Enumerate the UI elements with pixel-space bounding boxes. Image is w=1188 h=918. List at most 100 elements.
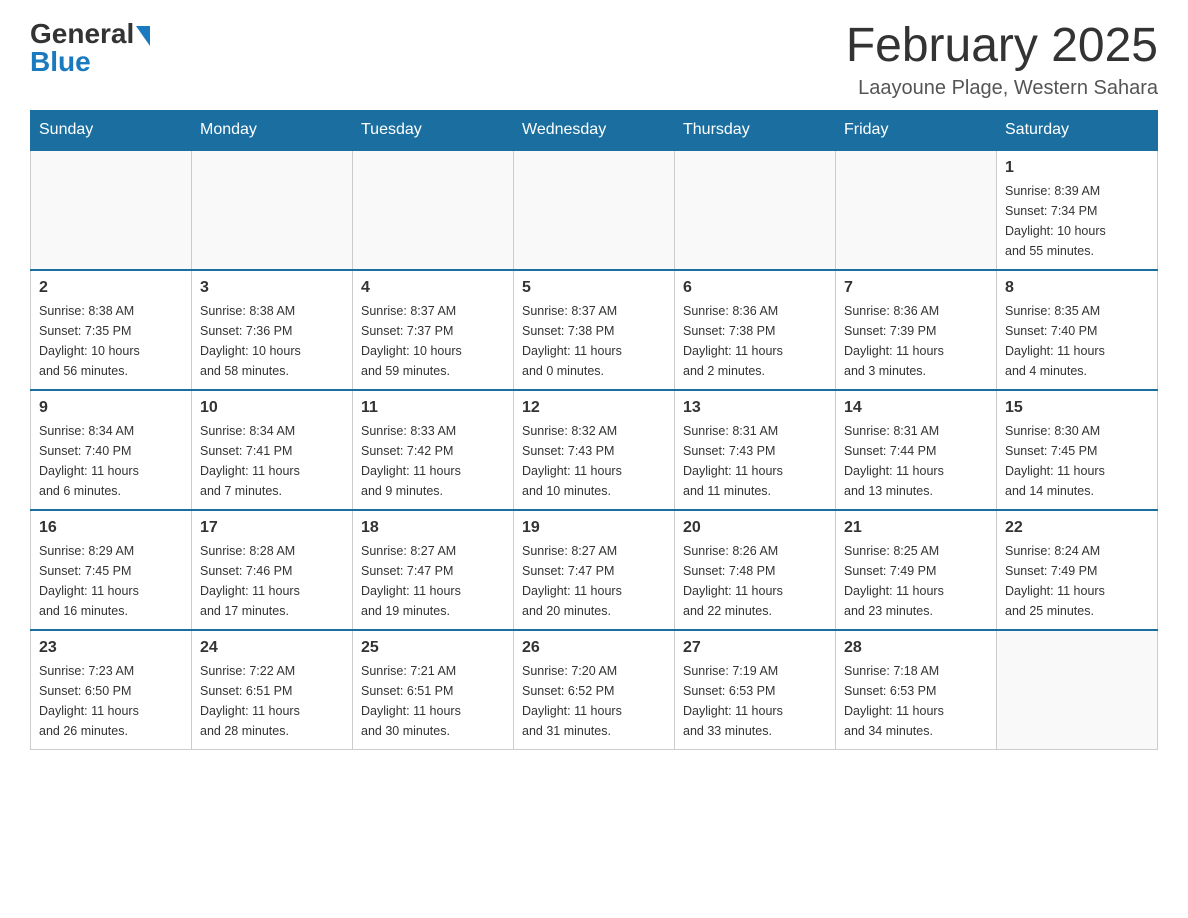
calendar-cell: 10 Sunrise: 8:34 AM Sunset: 7:41 PM Dayli… — [192, 390, 353, 510]
calendar-cell: 16 Sunrise: 8:29 AM Sunset: 7:45 PM Dayli… — [31, 510, 192, 630]
day-info: Sunrise: 7:21 AM Sunset: 6:51 PM Dayligh… — [361, 661, 505, 741]
calendar-header-saturday: Saturday — [997, 110, 1158, 150]
calendar-cell — [514, 150, 675, 270]
calendar-header-wednesday: Wednesday — [514, 110, 675, 150]
day-number: 18 — [361, 519, 505, 537]
day-number: 16 — [39, 519, 183, 537]
day-info: Sunrise: 8:38 AM Sunset: 7:35 PM Dayligh… — [39, 301, 183, 381]
calendar-header-thursday: Thursday — [675, 110, 836, 150]
day-number: 26 — [522, 639, 666, 657]
calendar-header-tuesday: Tuesday — [353, 110, 514, 150]
calendar-header-friday: Friday — [836, 110, 997, 150]
day-number: 25 — [361, 639, 505, 657]
calendar-cell: 22 Sunrise: 8:24 AM Sunset: 7:49 PM Dayli… — [997, 510, 1158, 630]
calendar-week-row: 23Sunrise: 7:23 AM Sunset: 6:50 PM Dayli… — [31, 630, 1158, 750]
day-info: Sunrise: 8:24 AM Sunset: 7:49 PM Dayligh… — [1005, 541, 1149, 621]
calendar-cell — [675, 150, 836, 270]
day-info: Sunrise: 8:29 AM Sunset: 7:45 PM Dayligh… — [39, 541, 183, 621]
calendar-cell: 3 Sunrise: 8:38 AM Sunset: 7:36 PM Daylig… — [192, 270, 353, 390]
day-info: Sunrise: 8:35 AM Sunset: 7:40 PM Dayligh… — [1005, 301, 1149, 381]
day-info: Sunrise: 8:32 AM Sunset: 7:43 PM Dayligh… — [522, 421, 666, 501]
calendar-cell: 12 Sunrise: 8:32 AM Sunset: 7:43 PM Dayli… — [514, 390, 675, 510]
day-number: 23 — [39, 639, 183, 657]
day-number: 28 — [844, 639, 988, 657]
calendar-cell: 26 Sunrise: 7:20 AM Sunset: 6:52 PM Dayli… — [514, 630, 675, 750]
calendar-cell: 24Sunrise: 7:22 AM Sunset: 6:51 PM Dayli… — [192, 630, 353, 750]
day-info: Sunrise: 7:19 AM Sunset: 6:53 PM Dayligh… — [683, 661, 827, 741]
calendar-cell: 4 Sunrise: 8:37 AM Sunset: 7:37 PM Daylig… — [353, 270, 514, 390]
title-block: February 2025 Laayoune Plage, Western Sa… — [846, 20, 1158, 100]
calendar-cell: 21 Sunrise: 8:25 AM Sunset: 7:49 PM Dayli… — [836, 510, 997, 630]
calendar-cell: 14Sunrise: 8:31 AM Sunset: 7:44 PM Dayli… — [836, 390, 997, 510]
calendar-cell — [31, 150, 192, 270]
calendar-cell — [192, 150, 353, 270]
calendar-cell: 11 Sunrise: 8:33 AM Sunset: 7:42 PM Dayli… — [353, 390, 514, 510]
calendar-cell — [997, 630, 1158, 750]
day-number: 5 — [522, 279, 666, 297]
day-number: 21 — [844, 519, 988, 537]
calendar-week-row: 9 Sunrise: 8:34 AM Sunset: 7:40 PM Daylig… — [31, 390, 1158, 510]
calendar-week-row: 1 Sunrise: 8:39 AM Sunset: 7:34 PM Daylig… — [31, 150, 1158, 270]
page-header: General Blue February 2025 Laayoune Plag… — [30, 20, 1158, 100]
calendar-cell: 5 Sunrise: 8:37 AM Sunset: 7:38 PM Daylig… — [514, 270, 675, 390]
day-number: 3 — [200, 279, 344, 297]
calendar-cell: 13 Sunrise: 8:31 AM Sunset: 7:43 PM Dayli… — [675, 390, 836, 510]
calendar-cell: 6 Sunrise: 8:36 AM Sunset: 7:38 PM Daylig… — [675, 270, 836, 390]
day-info: Sunrise: 8:37 AM Sunset: 7:38 PM Dayligh… — [522, 301, 666, 381]
day-info: Sunrise: 8:30 AM Sunset: 7:45 PM Dayligh… — [1005, 421, 1149, 501]
main-title: February 2025 — [846, 20, 1158, 73]
calendar-cell: 8 Sunrise: 8:35 AM Sunset: 7:40 PM Daylig… — [997, 270, 1158, 390]
calendar-cell: 17 Sunrise: 8:28 AM Sunset: 7:46 PM Dayli… — [192, 510, 353, 630]
calendar-cell: 1 Sunrise: 8:39 AM Sunset: 7:34 PM Daylig… — [997, 150, 1158, 270]
day-info: Sunrise: 8:25 AM Sunset: 7:49 PM Dayligh… — [844, 541, 988, 621]
day-info: Sunrise: 8:38 AM Sunset: 7:36 PM Dayligh… — [200, 301, 344, 381]
day-number: 14 — [844, 399, 988, 417]
day-info: Sunrise: 8:37 AM Sunset: 7:37 PM Dayligh… — [361, 301, 505, 381]
calendar-cell: 7 Sunrise: 8:36 AM Sunset: 7:39 PM Daylig… — [836, 270, 997, 390]
calendar-header-sunday: Sunday — [31, 110, 192, 150]
logo-arrow-icon — [136, 26, 150, 46]
calendar-cell: 9 Sunrise: 8:34 AM Sunset: 7:40 PM Daylig… — [31, 390, 192, 510]
day-info: Sunrise: 8:33 AM Sunset: 7:42 PM Dayligh… — [361, 421, 505, 501]
day-number: 20 — [683, 519, 827, 537]
calendar-cell: 15Sunrise: 8:30 AM Sunset: 7:45 PM Dayli… — [997, 390, 1158, 510]
day-number: 1 — [1005, 159, 1149, 177]
calendar-cell: 25 Sunrise: 7:21 AM Sunset: 6:51 PM Dayli… — [353, 630, 514, 750]
day-info: Sunrise: 8:36 AM Sunset: 7:38 PM Dayligh… — [683, 301, 827, 381]
day-info: Sunrise: 8:27 AM Sunset: 7:47 PM Dayligh… — [361, 541, 505, 621]
day-number: 17 — [200, 519, 344, 537]
calendar-cell — [353, 150, 514, 270]
day-info: Sunrise: 8:39 AM Sunset: 7:34 PM Dayligh… — [1005, 181, 1149, 261]
subtitle: Laayoune Plage, Western Sahara — [846, 77, 1158, 100]
day-number: 2 — [39, 279, 183, 297]
day-number: 10 — [200, 399, 344, 417]
calendar-cell: 27 Sunrise: 7:19 AM Sunset: 6:53 PM Dayli… — [675, 630, 836, 750]
calendar-cell: 28 Sunrise: 7:18 AM Sunset: 6:53 PM Dayli… — [836, 630, 997, 750]
day-info: Sunrise: 8:34 AM Sunset: 7:40 PM Dayligh… — [39, 421, 183, 501]
day-info: Sunrise: 8:28 AM Sunset: 7:46 PM Dayligh… — [200, 541, 344, 621]
calendar-table: SundayMondayTuesdayWednesdayThursdayFrid… — [30, 110, 1158, 751]
day-info: Sunrise: 8:36 AM Sunset: 7:39 PM Dayligh… — [844, 301, 988, 381]
day-info: Sunrise: 7:18 AM Sunset: 6:53 PM Dayligh… — [844, 661, 988, 741]
logo-text-blue: Blue — [30, 48, 150, 76]
day-number: 7 — [844, 279, 988, 297]
day-number: 27 — [683, 639, 827, 657]
calendar-cell: 20 Sunrise: 8:26 AM Sunset: 7:48 PM Dayli… — [675, 510, 836, 630]
day-number: 6 — [683, 279, 827, 297]
day-info: Sunrise: 7:20 AM Sunset: 6:52 PM Dayligh… — [522, 661, 666, 741]
day-info: Sunrise: 8:34 AM Sunset: 7:41 PM Dayligh… — [200, 421, 344, 501]
calendar-cell — [836, 150, 997, 270]
day-number: 12 — [522, 399, 666, 417]
calendar-cell: 23Sunrise: 7:23 AM Sunset: 6:50 PM Dayli… — [31, 630, 192, 750]
day-number: 13 — [683, 399, 827, 417]
day-number: 9 — [39, 399, 183, 417]
day-info: Sunrise: 8:26 AM Sunset: 7:48 PM Dayligh… — [683, 541, 827, 621]
day-number: 24 — [200, 639, 344, 657]
calendar-cell: 19Sunrise: 8:27 AM Sunset: 7:47 PM Dayli… — [514, 510, 675, 630]
day-number: 19 — [522, 519, 666, 537]
day-number: 22 — [1005, 519, 1149, 537]
day-info: Sunrise: 8:31 AM Sunset: 7:43 PM Dayligh… — [683, 421, 827, 501]
day-number: 11 — [361, 399, 505, 417]
day-number: 8 — [1005, 279, 1149, 297]
day-number: 4 — [361, 279, 505, 297]
